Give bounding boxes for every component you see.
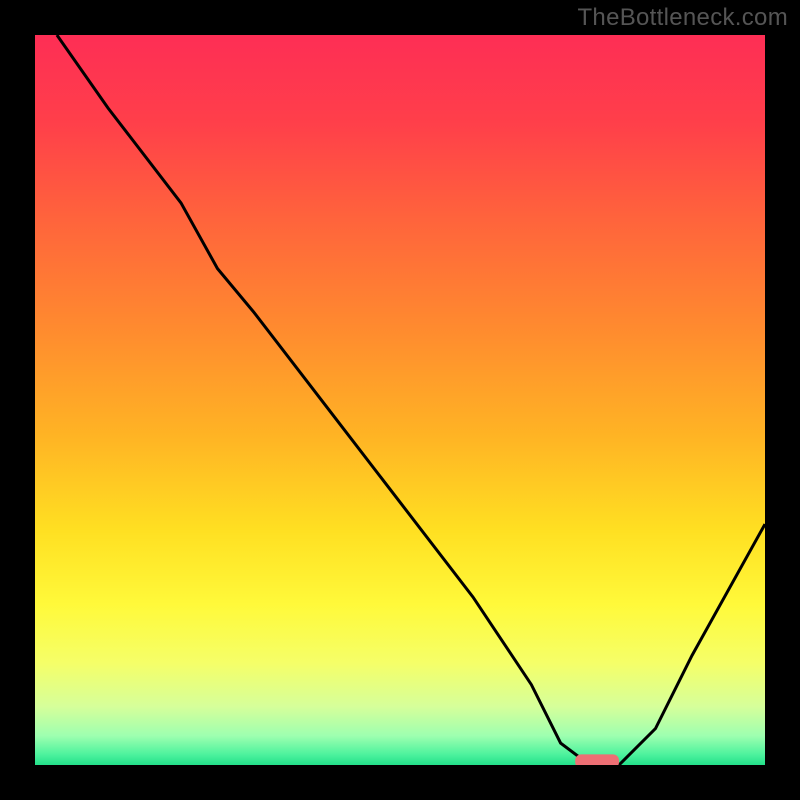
optimum-marker bbox=[575, 754, 619, 765]
watermark-label: TheBottleneck.com bbox=[577, 4, 788, 32]
chart-area bbox=[35, 35, 765, 765]
chart-svg bbox=[35, 35, 765, 765]
gradient-bg bbox=[35, 35, 765, 765]
